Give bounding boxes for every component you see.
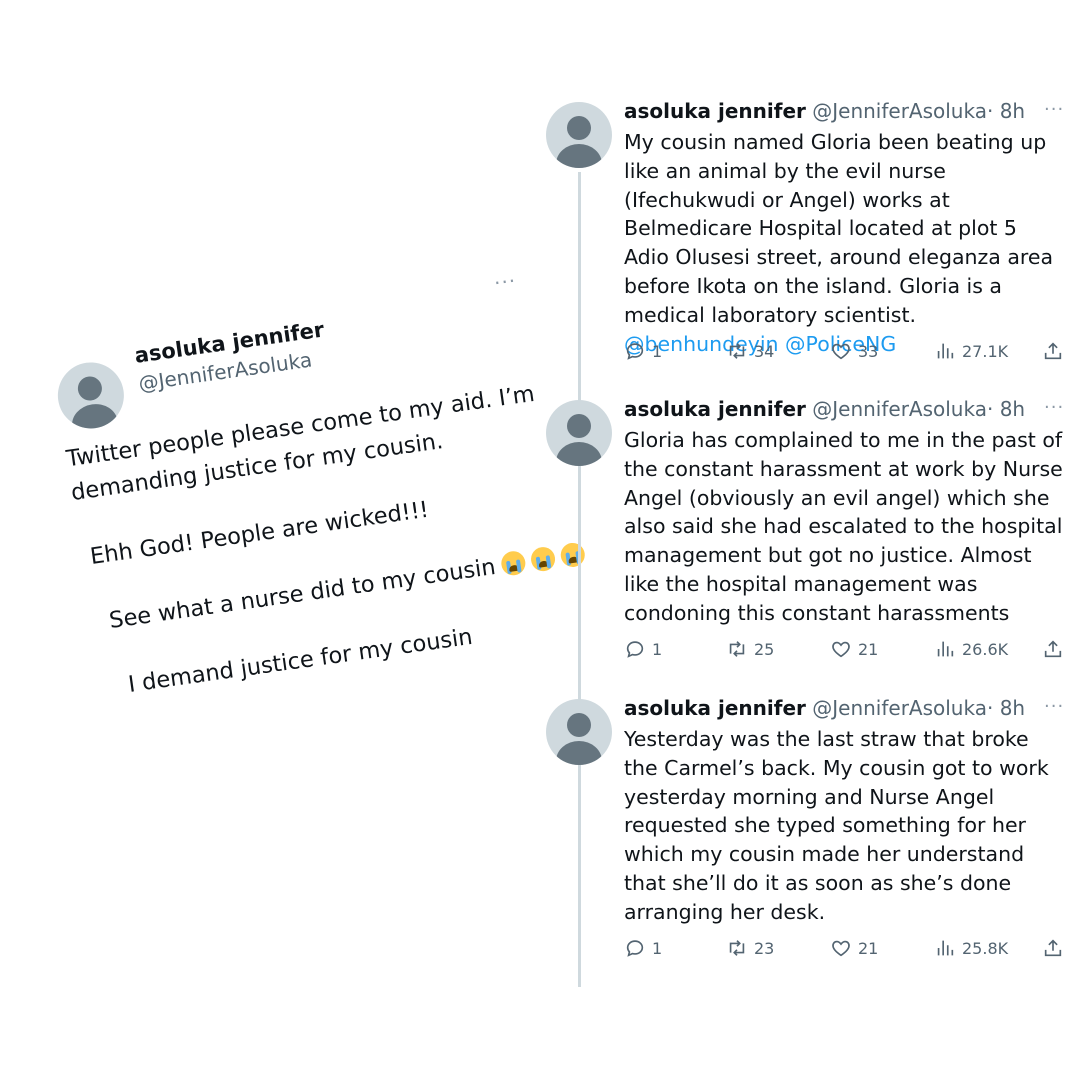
reply-icon — [626, 343, 644, 360]
tweet-text: Gloria has complained to me in the past … — [624, 426, 1064, 628]
author-handle[interactable]: @JenniferAsoluka — [812, 696, 987, 720]
retweet-button[interactable]: 34 — [726, 340, 774, 362]
like-icon — [832, 641, 850, 658]
view-count: 25.8K — [962, 938, 1009, 958]
views-icon — [937, 641, 954, 657]
tweet-time[interactable]: · 8h — [987, 99, 1025, 123]
reply-icon — [626, 940, 644, 957]
reply-button[interactable]: 1 — [624, 340, 662, 362]
like-count: 21 — [858, 639, 879, 659]
views-button[interactable]: 27.1K — [934, 340, 1008, 362]
tweet-header: asoluka jennifer @JenniferAsoluka· 8h — [624, 397, 1025, 421]
share-icon — [1044, 939, 1062, 957]
like-button[interactable]: 21 — [830, 638, 878, 660]
tweet-actions: 1 23 21 25.8K — [624, 937, 1074, 965]
retweet-button[interactable]: 23 — [726, 937, 774, 959]
tweet-body: Gloria has complained to me in the past … — [624, 428, 1063, 625]
avatar[interactable] — [546, 400, 612, 466]
tweet-text: My cousin named Gloria been beating up l… — [624, 128, 1064, 358]
retweet-count: 23 — [754, 938, 775, 958]
more-icon[interactable]: ··· — [1044, 99, 1064, 120]
retweet-count: 34 — [754, 341, 775, 361]
reply-count: 1 — [652, 341, 663, 361]
tweet-time[interactable]: · 8h — [987, 696, 1025, 720]
share-icon — [1044, 342, 1062, 360]
avatar[interactable] — [546, 102, 612, 168]
author-name[interactable]: asoluka jennifer — [624, 696, 806, 720]
like-button[interactable]: 21 — [830, 937, 878, 959]
crying-face-emoji-icon — [529, 545, 557, 573]
view-count: 26.6K — [962, 639, 1009, 659]
author-handle[interactable]: @JenniferAsoluka — [812, 397, 987, 421]
like-count: 33 — [858, 341, 879, 361]
like-icon — [832, 940, 850, 957]
tweet-body: My cousin named Gloria been beating up l… — [624, 130, 1054, 327]
like-count: 21 — [858, 938, 879, 958]
reply-count: 1 — [652, 938, 663, 958]
tweet-text-line: Ehh God! People are wicked!!! — [88, 496, 431, 570]
share-button[interactable] — [1042, 937, 1064, 959]
retweet-button[interactable]: 25 — [726, 638, 774, 660]
crying-face-emoji-icon — [558, 541, 587, 569]
tweet-time[interactable]: · 8h — [987, 397, 1025, 421]
share-button[interactable] — [1042, 638, 1064, 660]
author-name[interactable]: asoluka jennifer — [624, 397, 806, 421]
view-count: 27.1K — [962, 341, 1009, 361]
crying-face-emoji-icon — [499, 549, 527, 577]
tweet-actions: 1 34 33 27.1K — [624, 340, 1074, 368]
retweet-icon — [729, 641, 745, 657]
avatar[interactable] — [53, 358, 129, 433]
tweet-text: Yesterday was the last straw that broke … — [624, 725, 1064, 927]
like-icon — [832, 343, 850, 360]
retweet-icon — [729, 343, 745, 359]
retweet-icon — [729, 940, 745, 956]
like-button[interactable]: 33 — [830, 340, 878, 362]
views-icon — [937, 940, 954, 956]
share-icon — [1044, 640, 1062, 658]
views-icon — [937, 343, 954, 359]
more-icon[interactable]: ··· — [1044, 696, 1064, 717]
author-handle[interactable]: @JenniferAsoluka — [812, 99, 987, 123]
author-name[interactable]: asoluka jennifer — [624, 99, 806, 123]
reply-icon — [626, 641, 644, 658]
tweet-text-line: See what a nurse did to my cousin — [107, 553, 498, 634]
more-icon[interactable]: ··· — [1044, 397, 1064, 418]
tweet-actions: 1 25 21 26.6K — [624, 638, 1074, 666]
views-button[interactable]: 26.6K — [934, 638, 1008, 660]
avatar[interactable] — [546, 699, 612, 765]
reply-button[interactable]: 1 — [624, 937, 662, 959]
tweet-text-line: I demand justice for my cousin — [126, 623, 475, 698]
retweet-count: 25 — [754, 639, 775, 659]
share-button[interactable] — [1042, 340, 1064, 362]
views-button[interactable]: 25.8K — [934, 937, 1008, 959]
tweet-header: asoluka jennifer @JenniferAsoluka· 8h — [624, 99, 1025, 123]
reply-button[interactable]: 1 — [624, 638, 662, 660]
reply-count: 1 — [652, 639, 663, 659]
more-icon[interactable]: ··· — [493, 268, 518, 295]
tweet-body: Yesterday was the last straw that broke … — [624, 727, 1049, 924]
thread-connector-line — [578, 172, 581, 987]
tweet-header: asoluka jennifer @JenniferAsoluka· 8h — [624, 696, 1025, 720]
left-tweet-card: ··· asoluka jennifer @JenniferAsoluka Tw… — [30, 228, 603, 716]
